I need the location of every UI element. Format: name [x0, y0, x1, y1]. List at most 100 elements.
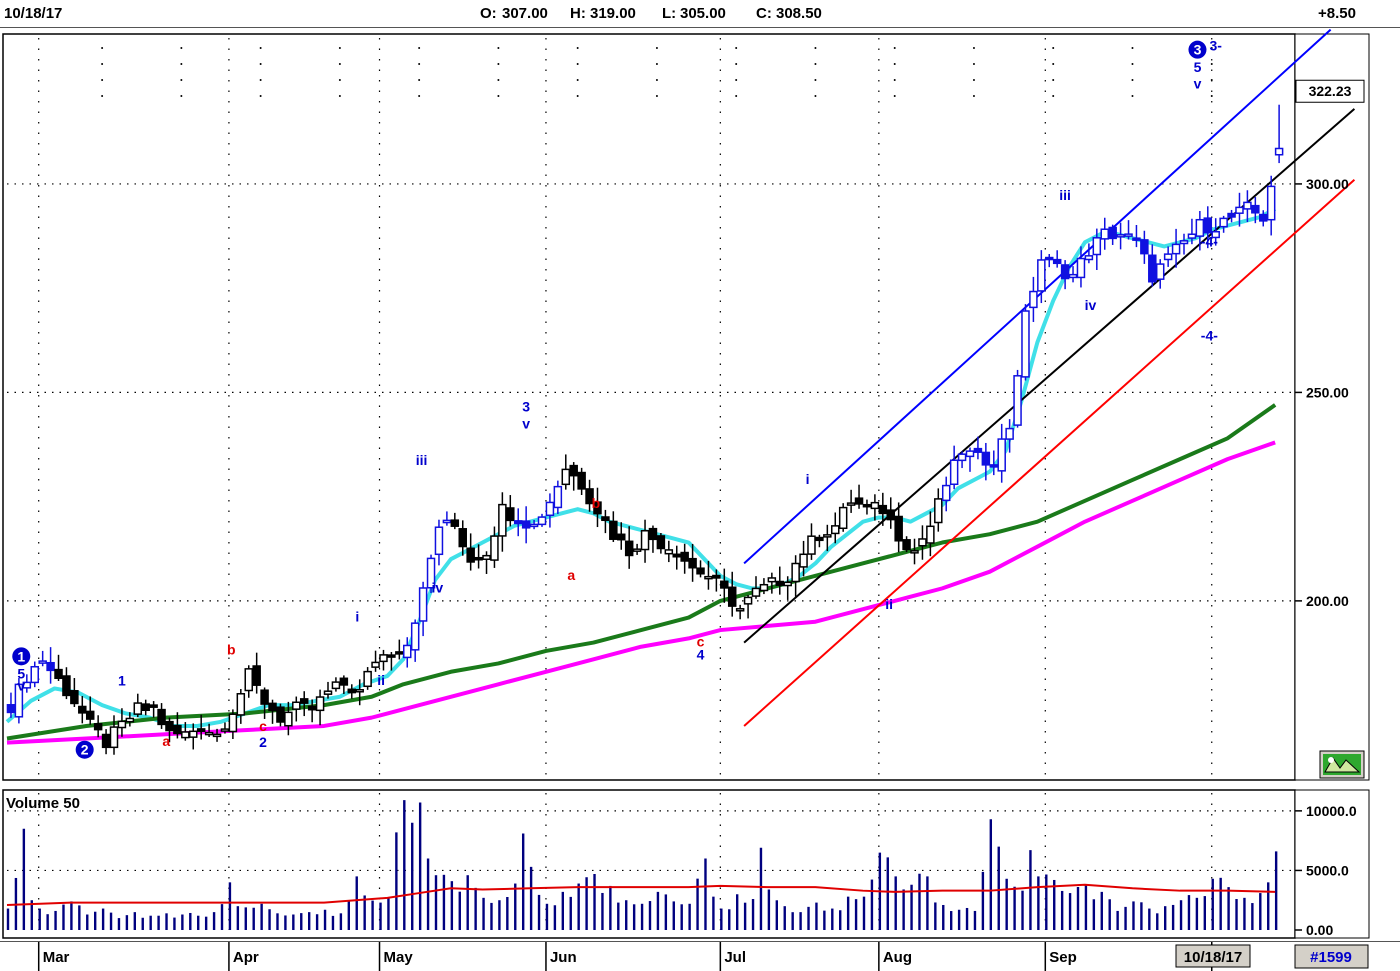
candle-body [1171, 243, 1181, 255]
grid-dot [497, 79, 500, 81]
grid-dot [814, 79, 817, 81]
candle-body [6, 704, 16, 714]
candle-body [1060, 264, 1070, 280]
candle-body [561, 468, 571, 486]
grid-dot [655, 95, 658, 97]
price-tick-label: 300.00 [1306, 176, 1349, 192]
candle-body [1013, 375, 1022, 426]
zoom-button[interactable] [1319, 750, 1365, 779]
candle-body [1108, 226, 1117, 240]
candle-body [807, 535, 816, 555]
candle-body [1235, 206, 1244, 214]
grid-dot [1210, 63, 1213, 65]
candle-body [1148, 254, 1157, 283]
grid-dot [735, 79, 738, 81]
price-marker: 322.23 [1309, 83, 1352, 99]
candle-body [664, 549, 674, 555]
wave-label: 3 [1194, 42, 1202, 58]
candle-body [529, 523, 539, 528]
grid-dot [1131, 63, 1134, 65]
grid-dot [1052, 79, 1055, 81]
candle-body [656, 535, 666, 550]
candle-body [165, 720, 174, 732]
grid-dot [338, 95, 341, 97]
wave-label: b [227, 642, 236, 658]
wave-label: b [592, 495, 601, 511]
candle-body [941, 484, 951, 502]
month-label: Mar [43, 949, 70, 966]
candle-body [1021, 310, 1030, 378]
grid-dot [893, 79, 896, 81]
candle-body [109, 726, 119, 749]
grid-dot [576, 95, 579, 97]
candle-body [918, 538, 927, 547]
candle-body [490, 535, 499, 561]
candle-body [521, 520, 531, 529]
candle-body [1259, 213, 1268, 222]
candle-body [680, 551, 689, 562]
grid-dot [1052, 47, 1055, 49]
chart-window: { "header": { "date": "10/18/17", "open_… [0, 0, 1400, 971]
candle-body [1116, 234, 1125, 238]
grid-dot [1052, 95, 1055, 97]
candle-body [1029, 290, 1038, 309]
grid-dot [101, 95, 104, 97]
month-label: Aug [883, 949, 912, 966]
candle-body [799, 553, 808, 568]
candle-body [1187, 233, 1197, 239]
candle-body [85, 710, 95, 720]
candle-body [442, 519, 452, 524]
wave-label: a [567, 567, 575, 583]
candle-body [648, 527, 658, 541]
candle-body [125, 717, 135, 723]
candle-body [46, 661, 55, 672]
candle-body [791, 562, 800, 583]
candle-body [910, 550, 919, 554]
candle-body [862, 503, 872, 508]
candle-body [759, 583, 769, 592]
wave-label: c [259, 718, 267, 734]
grid-dot [655, 63, 658, 65]
grid-dot [338, 47, 341, 49]
grid-dot [259, 47, 262, 49]
chart-canvas[interactable]: 15v21abc2iiiiiiiv3vbac4iiiiiiiv3 3-5v-4--… [0, 0, 1400, 941]
candle-body [78, 705, 87, 714]
candle-body [347, 688, 357, 694]
candle-body [688, 557, 697, 569]
candle-body [284, 711, 293, 727]
wave-label: 2 [259, 734, 267, 750]
candle-body [1084, 255, 1094, 261]
grid-dot [576, 63, 579, 65]
candle-body [1124, 233, 1133, 237]
candle-body [149, 704, 158, 708]
grid-dot [418, 95, 421, 97]
grid-dot [1210, 79, 1213, 81]
candle-body [894, 515, 903, 542]
candle-body [617, 533, 626, 541]
grid-dot [497, 63, 500, 65]
candle-body [997, 438, 1006, 472]
candle-body [1179, 240, 1189, 245]
grid-dot [655, 47, 658, 49]
cursor-date-box: 10/18/17 [1175, 944, 1251, 968]
candle-body [133, 702, 143, 715]
candle-body [1274, 147, 1284, 156]
candle-body [220, 728, 230, 732]
candle-body [62, 675, 71, 697]
candle-body [339, 677, 349, 686]
candle-body [577, 471, 586, 490]
candle-body [30, 665, 39, 684]
grid-dot [497, 47, 500, 49]
candle-body [720, 580, 729, 589]
grid-dot [735, 47, 738, 49]
candle-body [1005, 427, 1014, 440]
grid-dot [101, 79, 104, 81]
candle-body [299, 698, 309, 704]
grid-dot [893, 47, 896, 49]
wave-label: 1 [118, 673, 126, 689]
grid-dot [180, 95, 183, 97]
candle-body [957, 453, 967, 462]
candle-body [70, 690, 79, 705]
price-axis [1294, 33, 1370, 781]
grid-dot [101, 63, 104, 65]
